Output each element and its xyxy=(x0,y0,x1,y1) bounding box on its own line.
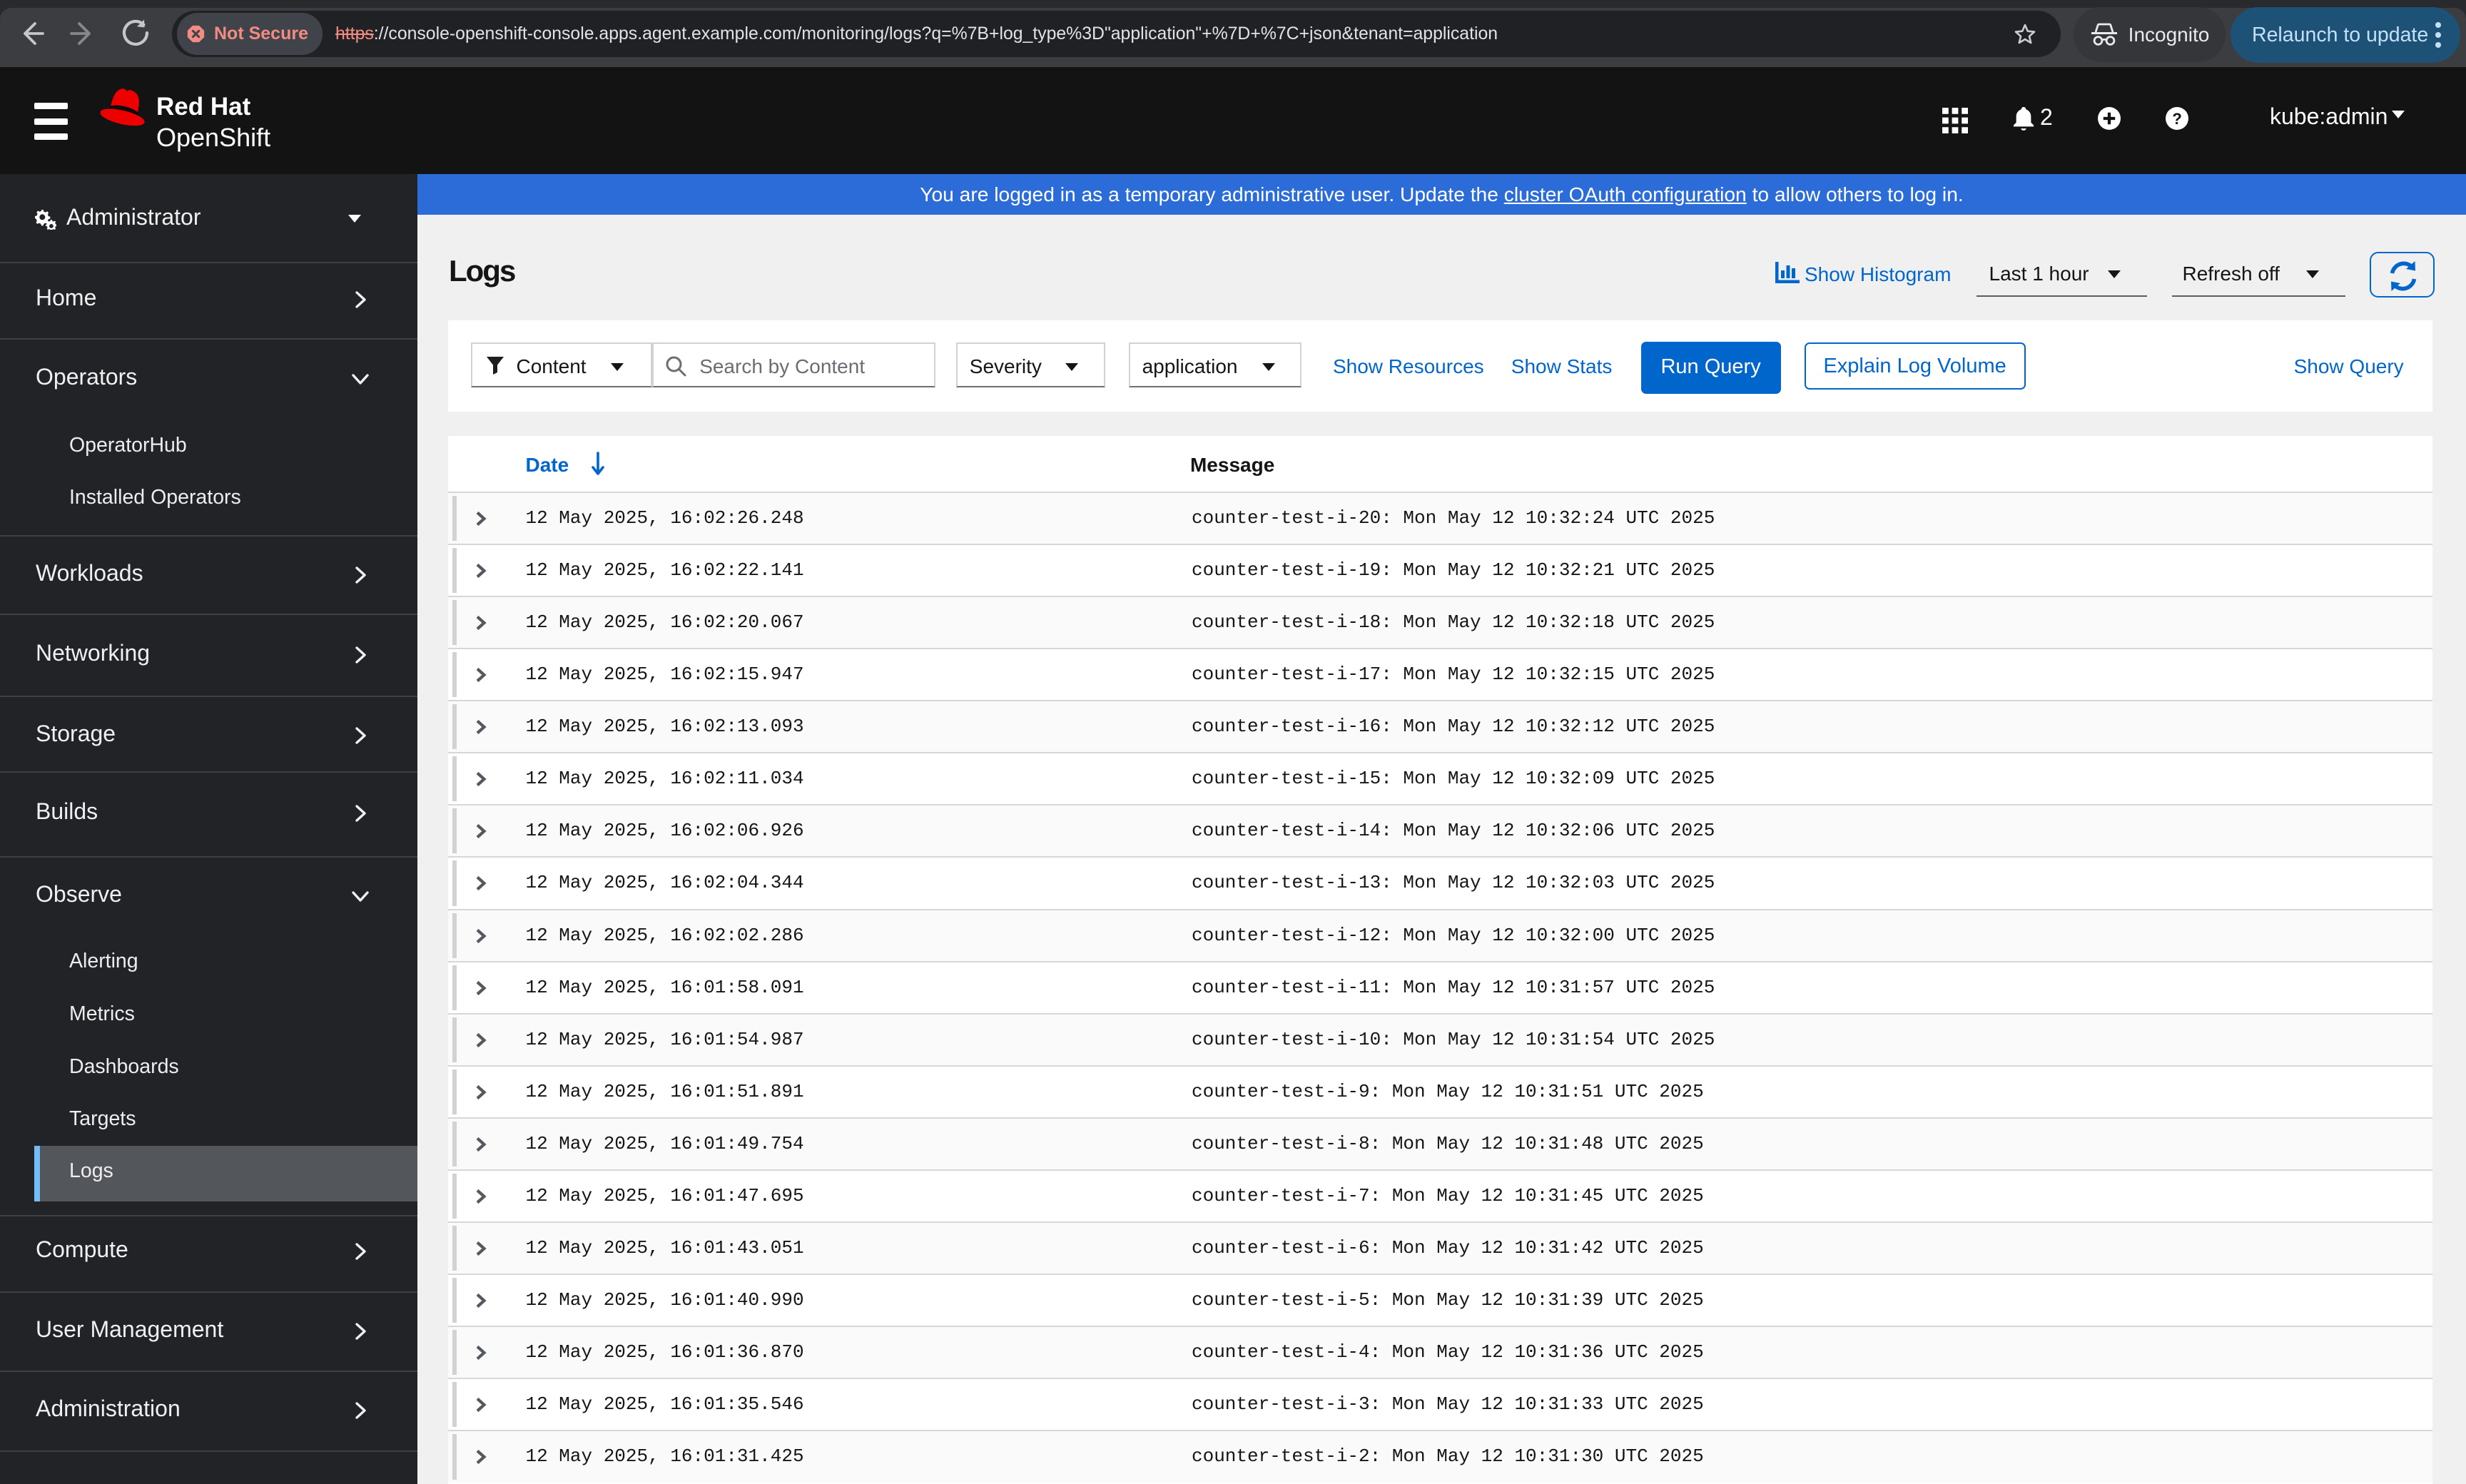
svg-text:?: ? xyxy=(2172,110,2182,128)
